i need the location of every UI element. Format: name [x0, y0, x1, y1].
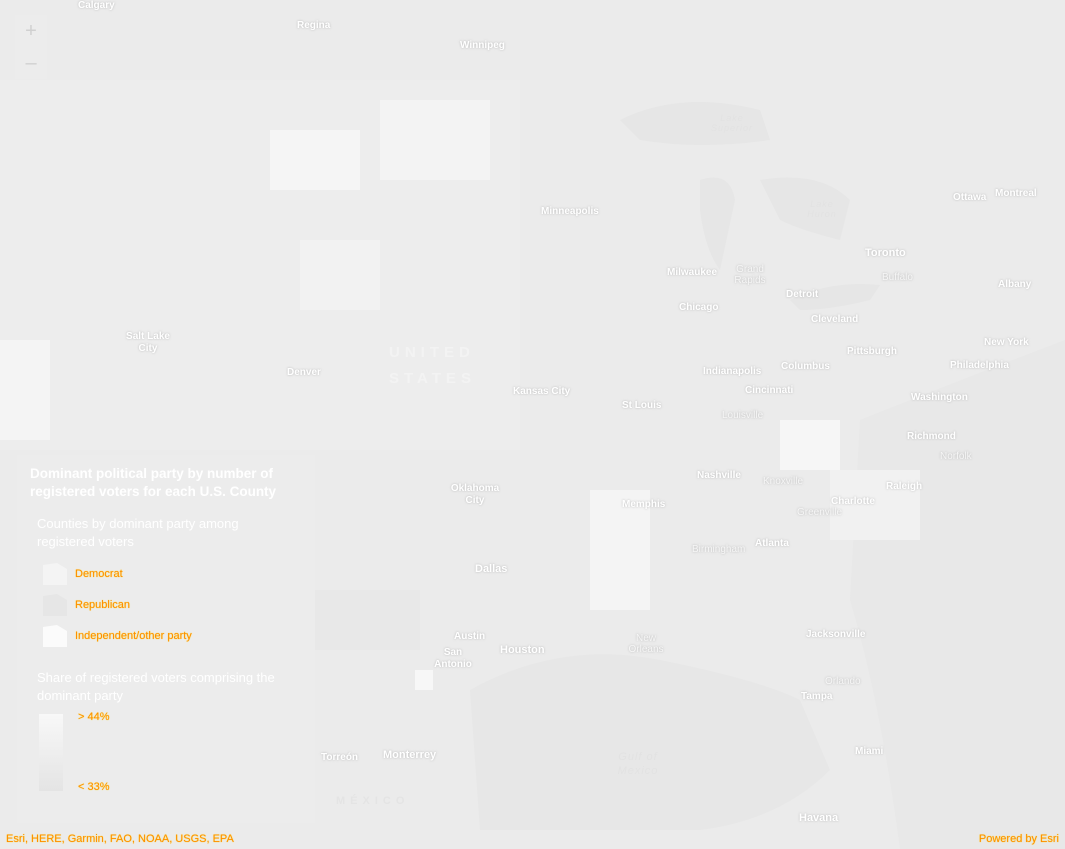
county-fill-8 [415, 670, 433, 690]
legend-swatch-democrat [43, 563, 67, 585]
place-label-columbus: Columbus [781, 361, 830, 372]
place-label-ottawa: Ottawa [953, 192, 987, 203]
attribution-sources[interactable]: Esri, HERE, Garmin, FAO, NOAA, USGS, EPA [6, 833, 234, 845]
legend-swatch-independent [43, 625, 67, 647]
place-label-oklahoma-city: Oklahoma City [450, 483, 500, 506]
attribution-powered-by[interactable]: Powered by Esri [979, 833, 1059, 845]
legend-title: Dominant political party by number of re… [30, 466, 277, 499]
place-label-grand-rapids: Grand Rapids [734, 264, 766, 286]
place-label-winnipeg: Winnipeg [460, 40, 505, 51]
place-label-norfolk: Norfolk [940, 451, 972, 462]
place-label-minneapolis: Minneapolis [541, 206, 599, 217]
county-fill-3 [300, 240, 380, 310]
place-label-charlotte: Charlotte [831, 496, 875, 507]
place-label-new-york: New York [984, 337, 1029, 348]
legend-label-republican: Republican [75, 599, 131, 611]
place-label-montreal: Montreal [995, 188, 1037, 199]
legend-label-independent: Independent/other party [75, 630, 192, 642]
country-label-states: STATES [389, 370, 476, 387]
place-label-raleigh: Raleigh [886, 481, 923, 492]
place-label-torreon: Torreón [321, 752, 359, 763]
legend-ramp-low-label: < 33% [78, 781, 110, 793]
place-label-denver: Denver [287, 367, 321, 378]
legend-label-democrat: Democrat [75, 568, 123, 580]
legend-item-independent: Independent/other party [43, 624, 192, 648]
place-label-memphis: Memphis [622, 499, 666, 510]
attribution-bar: Esri, HERE, Garmin, FAO, NOAA, USGS, EPA… [0, 833, 1065, 849]
water-label-lake-superior: Lake Superior [710, 113, 754, 133]
place-label-atlanta: Atlanta [755, 538, 789, 549]
county-fill-2 [380, 100, 490, 180]
place-label-salt-lake-city: Salt Lake City [126, 331, 170, 354]
county-fill-4 [0, 340, 50, 440]
place-label-miami: Miami [855, 746, 884, 757]
place-label-chicago: Chicago [679, 302, 719, 313]
place-label-cleveland: Cleveland [811, 314, 859, 325]
place-label-milwaukee: Milwaukee [667, 267, 718, 278]
legend-swatch-republican [43, 594, 67, 616]
place-label-jacksonville: Jacksonville [806, 629, 866, 640]
legend-subtitle-party: Counties by dominant party among registe… [37, 516, 239, 549]
place-label-detroit: Detroit [786, 289, 819, 300]
place-label-calgary: Calgary [78, 0, 115, 11]
place-label-richmond: Richmond [907, 431, 956, 442]
county-fill-9 [310, 590, 420, 650]
county-fill-1 [270, 130, 360, 190]
place-label-regina: Regina [297, 20, 331, 31]
place-label-kansas-city: Kansas City [513, 386, 571, 397]
place-label-indianapolis: Indianapolis [703, 366, 762, 377]
country-label-united: UNITED [389, 344, 475, 361]
place-label-houston: Houston [500, 644, 545, 656]
place-label-birmingham: Birmingham [692, 544, 746, 555]
place-label-greenville: Greenville [797, 507, 843, 518]
legend-panel: Dominant political party by number of re… [17, 455, 315, 823]
legend-share-ramp [39, 714, 63, 791]
place-label-st-louis: St Louis [622, 400, 662, 411]
zoom-in-button[interactable]: + [15, 15, 47, 47]
place-label-tampa: Tampa [801, 691, 833, 702]
place-label-havana: Havana [799, 812, 839, 824]
water-label-gulf-of-mexico: Gulf of Mexico [617, 751, 659, 777]
zoom-control: + – [15, 15, 47, 79]
place-label-san-antonio: San Antonio [434, 647, 472, 670]
place-label-pittsburgh: Pittsburgh [847, 346, 897, 357]
place-label-cincinnati: Cincinnati [745, 385, 794, 396]
place-label-monterrey: Monterrey [383, 749, 437, 761]
place-label-buffalo: Buffalo [882, 272, 913, 283]
county-fill-5 [780, 420, 840, 470]
place-label-albany: Albany [998, 279, 1032, 290]
zoom-out-button[interactable]: – [15, 47, 47, 79]
place-label-louisville: Louisville [722, 410, 764, 421]
place-label-new-orleans: New Orleans [628, 633, 664, 655]
country-label-mexico: MÉXICO [336, 795, 410, 807]
place-label-austin: Austin [454, 631, 486, 642]
place-label-philadelphia: Philadelphia [950, 360, 1009, 371]
water-label-lake-huron: Lake Huron [807, 199, 837, 219]
place-label-dallas: Dallas [475, 563, 508, 575]
map-view[interactable]: Calgary Regina Winnipeg Minneapolis Otta… [0, 0, 1065, 849]
legend-subtitle-share: Share of registered voters comprising th… [37, 670, 275, 703]
place-label-knoxville: Knoxville [763, 476, 804, 487]
place-label-orlando: Orlando [825, 676, 861, 687]
legend-item-republican: Republican [43, 593, 130, 617]
legend-ramp-high-label: > 44% [78, 711, 110, 723]
legend-item-democrat: Democrat [43, 562, 123, 586]
place-label-washington: Washington [911, 392, 968, 403]
place-label-toronto: Toronto [865, 247, 906, 259]
place-label-nashville: Nashville [697, 470, 741, 481]
